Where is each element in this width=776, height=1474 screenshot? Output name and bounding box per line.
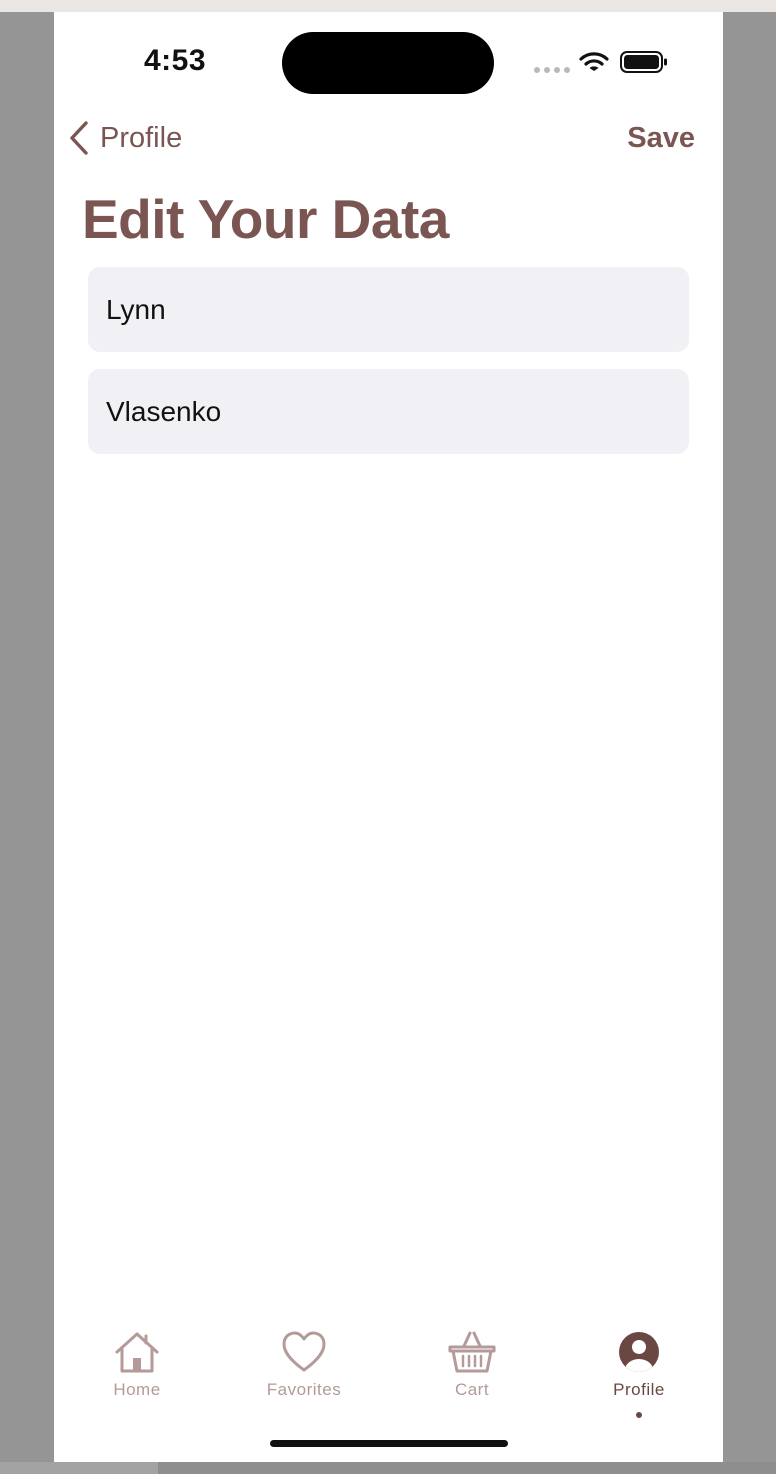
tab-cart-label: Cart xyxy=(454,1380,490,1399)
tab-profile-label: Profile xyxy=(613,1380,665,1399)
tab-home[interactable]: Home xyxy=(77,1330,197,1400)
heart-icon xyxy=(282,1331,326,1372)
active-tab-indicator xyxy=(636,1412,642,1418)
signal-dots-icon xyxy=(534,67,570,73)
tab-profile[interactable]: Profile xyxy=(579,1330,699,1400)
window-bottom-segment xyxy=(0,1462,158,1474)
home-indicator[interactable] xyxy=(270,1440,508,1447)
battery-icon xyxy=(620,51,667,73)
basket-icon xyxy=(448,1331,496,1373)
phone-screen: 4:53 Profile Save Edit Your Data Home xyxy=(54,12,723,1462)
last-name-field[interactable] xyxy=(88,369,689,454)
back-button[interactable]: Profile xyxy=(68,120,182,156)
first-name-field[interactable] xyxy=(88,267,689,352)
tab-cart[interactable]: Cart xyxy=(412,1330,532,1400)
page-title: Edit Your Data xyxy=(82,188,449,250)
chevron-left-icon xyxy=(70,121,88,155)
person-circle-icon xyxy=(619,1332,659,1372)
status-time: 4:53 xyxy=(144,44,207,77)
window-bottom-strip xyxy=(0,1462,776,1474)
tab-favorites[interactable]: Favorites xyxy=(244,1330,364,1400)
save-button[interactable]: Save xyxy=(627,122,695,155)
dynamic-island xyxy=(282,32,494,94)
tab-home-label: Home xyxy=(113,1380,161,1399)
tab-favorites-label: Favorites xyxy=(266,1380,342,1399)
window-top-strip xyxy=(0,0,776,12)
wifi-icon xyxy=(579,52,609,71)
home-icon xyxy=(115,1332,159,1373)
back-button-label: Profile xyxy=(100,121,183,154)
